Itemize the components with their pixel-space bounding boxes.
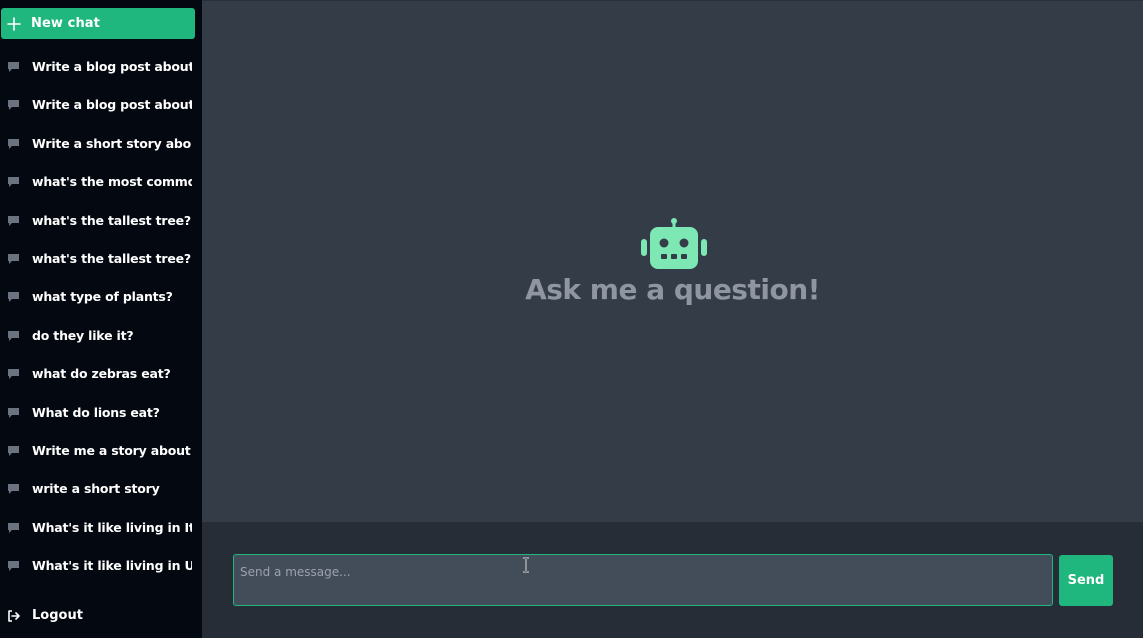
chat-history-label: Write a short story about ...: [32, 135, 192, 151]
message-icon: [8, 446, 19, 456]
chat-history-item[interactable]: write a short story: [0, 472, 202, 506]
chat-history-item[interactable]: do they like it?: [0, 319, 202, 353]
chat-area: Ask me a question!: [202, 0, 1143, 522]
chat-history-item[interactable]: what type of plants?: [0, 280, 202, 314]
logout-icon: [8, 610, 20, 622]
message-input-box[interactable]: [233, 554, 1053, 606]
message-icon: [8, 62, 19, 72]
logout-label: Logout: [32, 608, 83, 623]
message-icon: [8, 484, 19, 495]
message-icon: [8, 522, 19, 533]
message-icon: [8, 561, 19, 572]
message-icon: [8, 215, 19, 226]
logout-button[interactable]: Logout: [0, 603, 202, 629]
message-icon: [8, 292, 19, 303]
chat-history-label: what's the most common ...: [32, 174, 192, 190]
chat-history-label: Write me a story about a ...: [32, 443, 192, 458]
chat-history-label: What's it like living in Italy?: [32, 519, 192, 535]
message-icon: [8, 100, 19, 111]
chat-history-label: Write a blog post about pl...: [32, 97, 192, 113]
empty-state-headline: Ask me a question!: [525, 273, 820, 306]
chat-history-label: what's the tallest tree?: [32, 212, 191, 228]
text-cursor-icon: [523, 557, 529, 573]
chat-history-label: what do zebras eat?: [32, 366, 171, 382]
chat-history-label: what's the tallest tree?: [32, 251, 191, 266]
chat-history-item[interactable]: Write me a story about a ...: [0, 434, 202, 468]
chat-history-item[interactable]: Write a short story about ...: [0, 127, 202, 161]
message-icon: [8, 254, 19, 264]
chat-history-label: do they like it?: [32, 327, 134, 343]
chat-history-item[interactable]: What's it like living in UK?: [0, 549, 202, 583]
chat-history-label: what type of plants?: [32, 289, 173, 305]
chat-history-label: What do lions eat?: [32, 404, 160, 420]
new-chat-button[interactable]: New chat: [1, 8, 195, 39]
message-icon: [8, 369, 19, 380]
chat-history-item[interactable]: Write a blog post about pl...: [0, 88, 202, 122]
send-button[interactable]: Send: [1059, 555, 1113, 606]
chat-history-item[interactable]: what's the tallest tree?: [0, 204, 202, 238]
chat-history-label: What's it like living in UK?: [32, 558, 192, 574]
message-icon: [8, 330, 19, 341]
chat-history-item[interactable]: what do zebras eat?: [0, 357, 202, 391]
chat-history-label: Write a blog post about li...: [32, 59, 192, 74]
message-icon: [8, 177, 19, 188]
new-chat-label: New chat: [31, 16, 100, 31]
chat-history-label: write a short story: [32, 481, 160, 497]
message-input[interactable]: [234, 555, 1052, 589]
chat-history-item[interactable]: What's it like living in Italy?: [0, 511, 202, 545]
chat-history-item[interactable]: What do lions eat?: [0, 396, 202, 430]
message-icon: [8, 407, 19, 418]
chat-history-item[interactable]: what's the tallest tree?: [0, 242, 202, 276]
composer-bar: Send: [202, 522, 1143, 638]
chat-history-item[interactable]: Write a blog post about li...: [0, 50, 202, 84]
robot-icon: [641, 218, 707, 269]
sidebar: New chat Write a blog post about li... Wr…: [0, 0, 202, 638]
chat-history-item[interactable]: what's the most common ...: [0, 165, 202, 199]
message-icon: [8, 138, 19, 149]
plus-icon: [7, 16, 21, 31]
